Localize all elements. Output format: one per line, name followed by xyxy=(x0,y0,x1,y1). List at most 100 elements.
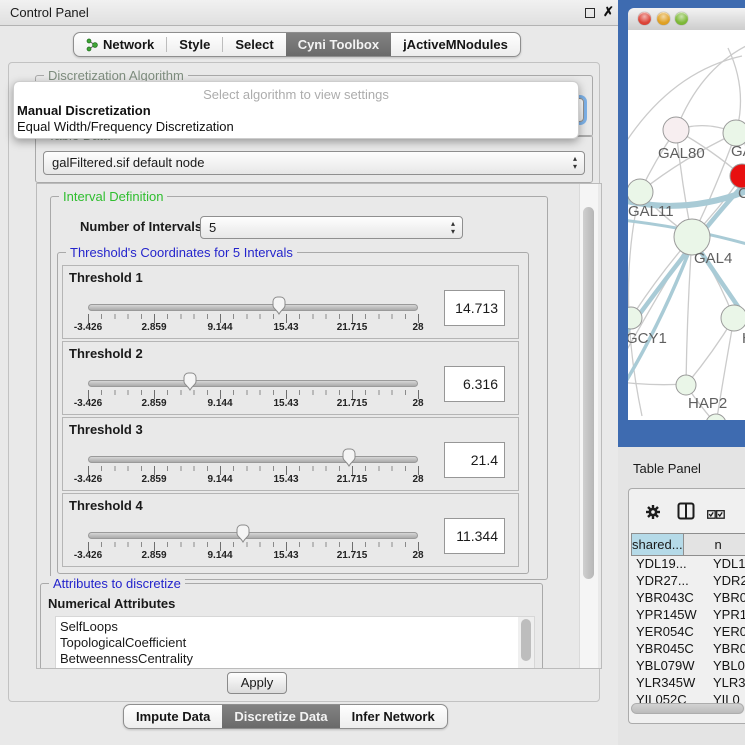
slider-thumb[interactable] xyxy=(271,296,287,315)
network-edge[interactable] xyxy=(676,44,745,130)
attribute-item[interactable]: BetweennessCentrality xyxy=(56,651,534,667)
slider-track[interactable] xyxy=(88,304,418,311)
network-node[interactable] xyxy=(663,117,689,143)
thresholds-group: Threshold's Coordinates for 5 Intervals … xyxy=(57,252,529,574)
thresholds-group-title: Threshold's Coordinates for 5 Intervals xyxy=(66,245,297,260)
threshold-label: Threshold 2 xyxy=(69,346,143,361)
algorithm-option-manual[interactable]: Manual Discretization xyxy=(16,103,576,118)
attribute-item[interactable]: TopologicalCoefficient xyxy=(56,635,534,651)
tab-impute-data[interactable]: Impute Data xyxy=(124,705,222,728)
tab-select[interactable]: Select xyxy=(223,33,285,56)
network-node[interactable] xyxy=(721,305,745,331)
cell-name: YBR0 xyxy=(708,590,745,607)
algorithm-option-equal-width[interactable]: Equal Width/Frequency Discretization xyxy=(16,119,576,134)
slider-track[interactable] xyxy=(88,456,418,463)
tab-discretize-data[interactable]: Discretize Data xyxy=(222,705,339,728)
attributes-group-title: Attributes to discretize xyxy=(49,576,185,591)
table-horizontal-scrollbar[interactable] xyxy=(631,703,745,714)
cell-shared-name: YLR345W xyxy=(631,675,708,692)
table-data-group: Table Data galFiltered.sif default node … xyxy=(35,135,593,183)
control-panel-titlebar: Control Panel ✗ xyxy=(0,0,618,26)
select-columns-icon[interactable] xyxy=(707,507,725,525)
slider-track[interactable] xyxy=(88,380,418,387)
table-header-shared[interactable]: shared... xyxy=(631,533,684,556)
settings-vertical-scrollbar[interactable] xyxy=(579,184,598,668)
tick-label: 9.144 xyxy=(207,398,232,409)
network-node-label: GAL80 xyxy=(658,145,705,162)
tab-label: Select xyxy=(235,33,273,56)
threshold-panel-3: Threshold 3-3.4262.8599.14415.4321.71528… xyxy=(62,417,519,491)
threshold-panel-1: Threshold 1-3.4262.8599.14415.4321.71528… xyxy=(62,265,519,339)
threshold-panel-2: Threshold 2-3.4262.8599.14415.4321.71528… xyxy=(62,341,519,415)
spinner-arrows-icon[interactable]: ▴▾ xyxy=(573,155,577,171)
tab-jactivemnodules[interactable]: jActiveMNodules xyxy=(391,33,520,56)
table-panel-title: Table Panel xyxy=(633,461,701,476)
cell-shared-name: YBL079W xyxy=(631,658,708,675)
close-icon[interactable]: ✗ xyxy=(603,4,614,20)
slider-major-ticks xyxy=(88,314,419,323)
numerical-attributes-label: Numerical Attributes xyxy=(48,596,175,611)
network-icon xyxy=(86,38,98,52)
table-row[interactable]: YBR045CYBR0 xyxy=(631,641,745,658)
tab-network[interactable]: Network xyxy=(74,33,166,56)
table-data-combobox[interactable]: galFiltered.sif default node ▴▾ xyxy=(43,151,585,175)
network-node-label: C xyxy=(738,185,745,202)
attribute-item[interactable]: SelfLoops xyxy=(56,619,534,635)
threshold-value-field[interactable]: 14.713 xyxy=(444,290,505,326)
cell-name: YIL0 xyxy=(708,692,745,703)
tab-cyni-toolbox[interactable]: Cyni Toolbox xyxy=(286,33,391,56)
table-row[interactable]: YPR145WYPR1 xyxy=(631,607,745,624)
tick-label: 2.859 xyxy=(141,322,166,333)
tick-label: 2.859 xyxy=(141,550,166,561)
table-row[interactable]: YDL19...YDL1 xyxy=(631,556,745,573)
tick-label: -3.426 xyxy=(74,398,102,409)
table-row[interactable]: YLR345WYLR3 xyxy=(631,675,745,692)
slider-thumb[interactable] xyxy=(235,524,251,543)
tab-infer-network[interactable]: Infer Network xyxy=(340,705,447,728)
spinner-arrows-icon[interactable]: ▴▾ xyxy=(451,220,455,236)
cell-shared-name: YDR27... xyxy=(631,573,708,590)
tick-label: 28 xyxy=(412,322,423,333)
interval-definition-title: Interval Definition xyxy=(59,189,167,204)
gear-icon[interactable] xyxy=(645,504,661,525)
threshold-value-field[interactable]: 21.4 xyxy=(444,442,505,478)
control-panel-window: Control Panel ✗ NetworkStyle Select Cyni T… xyxy=(0,0,619,745)
slider-thumb[interactable] xyxy=(341,448,357,467)
network-node-label: GA xyxy=(731,143,745,160)
network-edge[interactable] xyxy=(640,133,736,192)
threshold-value-field[interactable]: 11.344 xyxy=(444,518,505,554)
close-traffic-light-icon[interactable] xyxy=(638,12,651,25)
slider-major-ticks xyxy=(88,390,419,399)
tick-label: 9.144 xyxy=(207,474,232,485)
network-node-label: HAP2 xyxy=(688,395,727,412)
table-row[interactable]: YIL052CYIL0 xyxy=(631,692,745,703)
zoom-traffic-light-icon[interactable] xyxy=(675,12,688,25)
slider-track[interactable] xyxy=(88,532,418,539)
table-row[interactable]: YBL079WYBL0 xyxy=(631,658,745,675)
float-window-icon[interactable] xyxy=(585,8,595,18)
network-node[interactable] xyxy=(628,179,653,205)
number-of-intervals-combobox[interactable]: 5 ▴▾ xyxy=(200,216,463,239)
algorithm-dropdown-popup: Select algorithm to view settings Manual… xyxy=(13,81,579,139)
cell-name: YDR2 xyxy=(708,573,745,590)
threshold-panel-4: Threshold 4-3.4262.8599.14415.4321.71528… xyxy=(62,493,519,567)
threshold-label: Threshold 4 xyxy=(69,498,143,513)
tab-style[interactable]: Style xyxy=(167,33,222,56)
table-row[interactable]: YDR27...YDR2 xyxy=(631,573,745,590)
minimize-traffic-light-icon[interactable] xyxy=(657,12,670,25)
network-node[interactable] xyxy=(676,375,696,395)
attributes-list-scrollbar[interactable] xyxy=(518,617,534,669)
tick-label: 28 xyxy=(412,398,423,409)
columns-icon[interactable] xyxy=(677,502,695,525)
threshold-label: Threshold 3 xyxy=(69,422,143,437)
slider-thumb[interactable] xyxy=(182,372,198,391)
table-row[interactable]: YBR043CYBR0 xyxy=(631,590,745,607)
table-row[interactable]: YER054CYER0 xyxy=(631,624,745,641)
table-header-name[interactable]: n xyxy=(684,533,745,556)
tab-label: Infer Network xyxy=(352,705,435,728)
threshold-value-field[interactable]: 6.316 xyxy=(444,366,505,402)
network-canvas[interactable]: GAL80GACGAL11GAL4GCY1HHAP2 xyxy=(628,30,745,420)
apply-button[interactable]: Apply xyxy=(227,672,287,694)
number-of-intervals-label: Number of Intervals xyxy=(80,219,202,234)
attributes-group: Attributes to discretize Numerical Attri… xyxy=(40,583,543,669)
